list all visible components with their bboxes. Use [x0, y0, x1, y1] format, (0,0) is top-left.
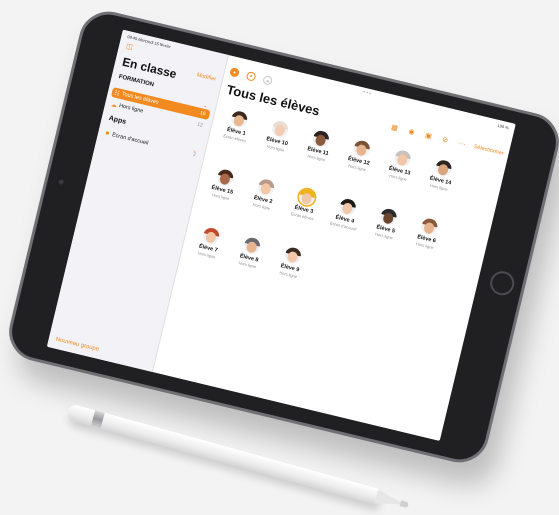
memoji-avatar [311, 129, 331, 149]
sidebar-item-label: Écran d'accueil [111, 132, 149, 147]
compass-icon[interactable]: ✦ [245, 70, 257, 82]
ipad-device: 09:45 Mercredi 15 février ◫ Modifier En … [3, 5, 559, 469]
student-tile[interactable]: Élève 1 Écran élèves [215, 107, 261, 146]
student-tile[interactable]: Élève 10 Hors ligne [255, 117, 301, 156]
student-tile[interactable]: Élève 6 Hors ligne [405, 214, 451, 253]
select-button[interactable]: Sélectionner [473, 144, 504, 157]
cloud-icon[interactable]: ☁ [262, 74, 274, 86]
toolbar: ▦ ◉ ▣ ⊘ ⋯ [390, 123, 466, 149]
mute-icon[interactable]: ⊘ [441, 135, 449, 144]
home-button[interactable] [487, 268, 517, 298]
memoji-avatar [392, 148, 413, 169]
memoji-avatar [283, 245, 303, 266]
memoji-avatar [352, 139, 372, 159]
memoji-avatar [433, 158, 454, 178]
photo-scene: 09:45 Mercredi 15 février ◫ Modifier En … [0, 0, 559, 512]
memoji-avatar [378, 207, 399, 227]
more-icon[interactable]: ⋯ [458, 139, 467, 148]
memoji-avatar [297, 187, 317, 207]
section-apps: Apps [108, 114, 127, 126]
screen-grid-icon[interactable]: ▦ [390, 123, 398, 132]
ipad-screen: 09:45 Mercredi 15 février ◫ Modifier En … [46, 29, 516, 441]
more-dots-icon[interactable]: ••• [362, 90, 372, 98]
eye-icon[interactable]: ◉ [408, 127, 416, 136]
layers-icon[interactable]: ● [229, 66, 240, 78]
student-tile[interactable]: Élève 5 Hors ligne [364, 204, 410, 243]
section-formation: FORMATION [118, 74, 155, 89]
lock-icon[interactable]: ▣ [424, 131, 432, 140]
memoji-avatar [201, 226, 221, 246]
student-tile[interactable]: Élève 2 Hors ligne [241, 175, 287, 214]
student-tile[interactable]: Élève 14 Hors ligne [419, 156, 465, 195]
student-tile[interactable]: Élève 11 Hors ligne [296, 126, 342, 165]
student-tile[interactable]: Élève 9 Hors ligne [268, 243, 314, 282]
front-camera [58, 178, 65, 185]
new-group-button[interactable]: Nouveau groupe [55, 337, 100, 353]
status-time: 09:45 [126, 33, 138, 42]
student-grid: Élève 1 Écran élèves Élève 10 Hors ligne Élè… [197, 55, 516, 279]
student-tile[interactable]: Élève 4 Écran d'accueil [323, 195, 369, 234]
student-tile[interactable]: Élève 3 Écran élèves [282, 185, 328, 224]
battery-status: 100 % [497, 122, 510, 131]
sidebar-item-count: 2 [192, 151, 197, 159]
sidebar-item-count: 12 [196, 121, 204, 129]
student-tile[interactable]: Élève 15 Hors ligne [201, 165, 247, 204]
memoji-avatar [256, 177, 276, 198]
sidebar-item-home-screen[interactable]: ■ Écran d'accueil 2 [101, 128, 201, 161]
memoji-avatar [242, 236, 262, 256]
memoji-avatar [215, 167, 235, 188]
sidebar-icon[interactable]: ◫ [125, 42, 133, 51]
memoji-avatar [270, 119, 290, 139]
student-tile[interactable]: Élève 7 Hors ligne [187, 224, 233, 263]
memoji-avatar [229, 109, 249, 129]
status-bar-time: 09:45 Mercredi 15 février [127, 34, 171, 49]
sidebar-item-count: 16 [199, 110, 207, 118]
student-tile[interactable]: Élève 12 Hors ligne [337, 136, 383, 175]
memoji-avatar [419, 217, 440, 237]
status-date: Mercredi 15 février [137, 36, 172, 50]
memoji-avatar [338, 197, 358, 217]
student-tile[interactable]: Élève 8 Hors ligne [227, 233, 273, 272]
student-tile[interactable]: Élève 13 Hors ligne [378, 146, 424, 185]
edit-button[interactable]: Modifier [196, 72, 216, 82]
